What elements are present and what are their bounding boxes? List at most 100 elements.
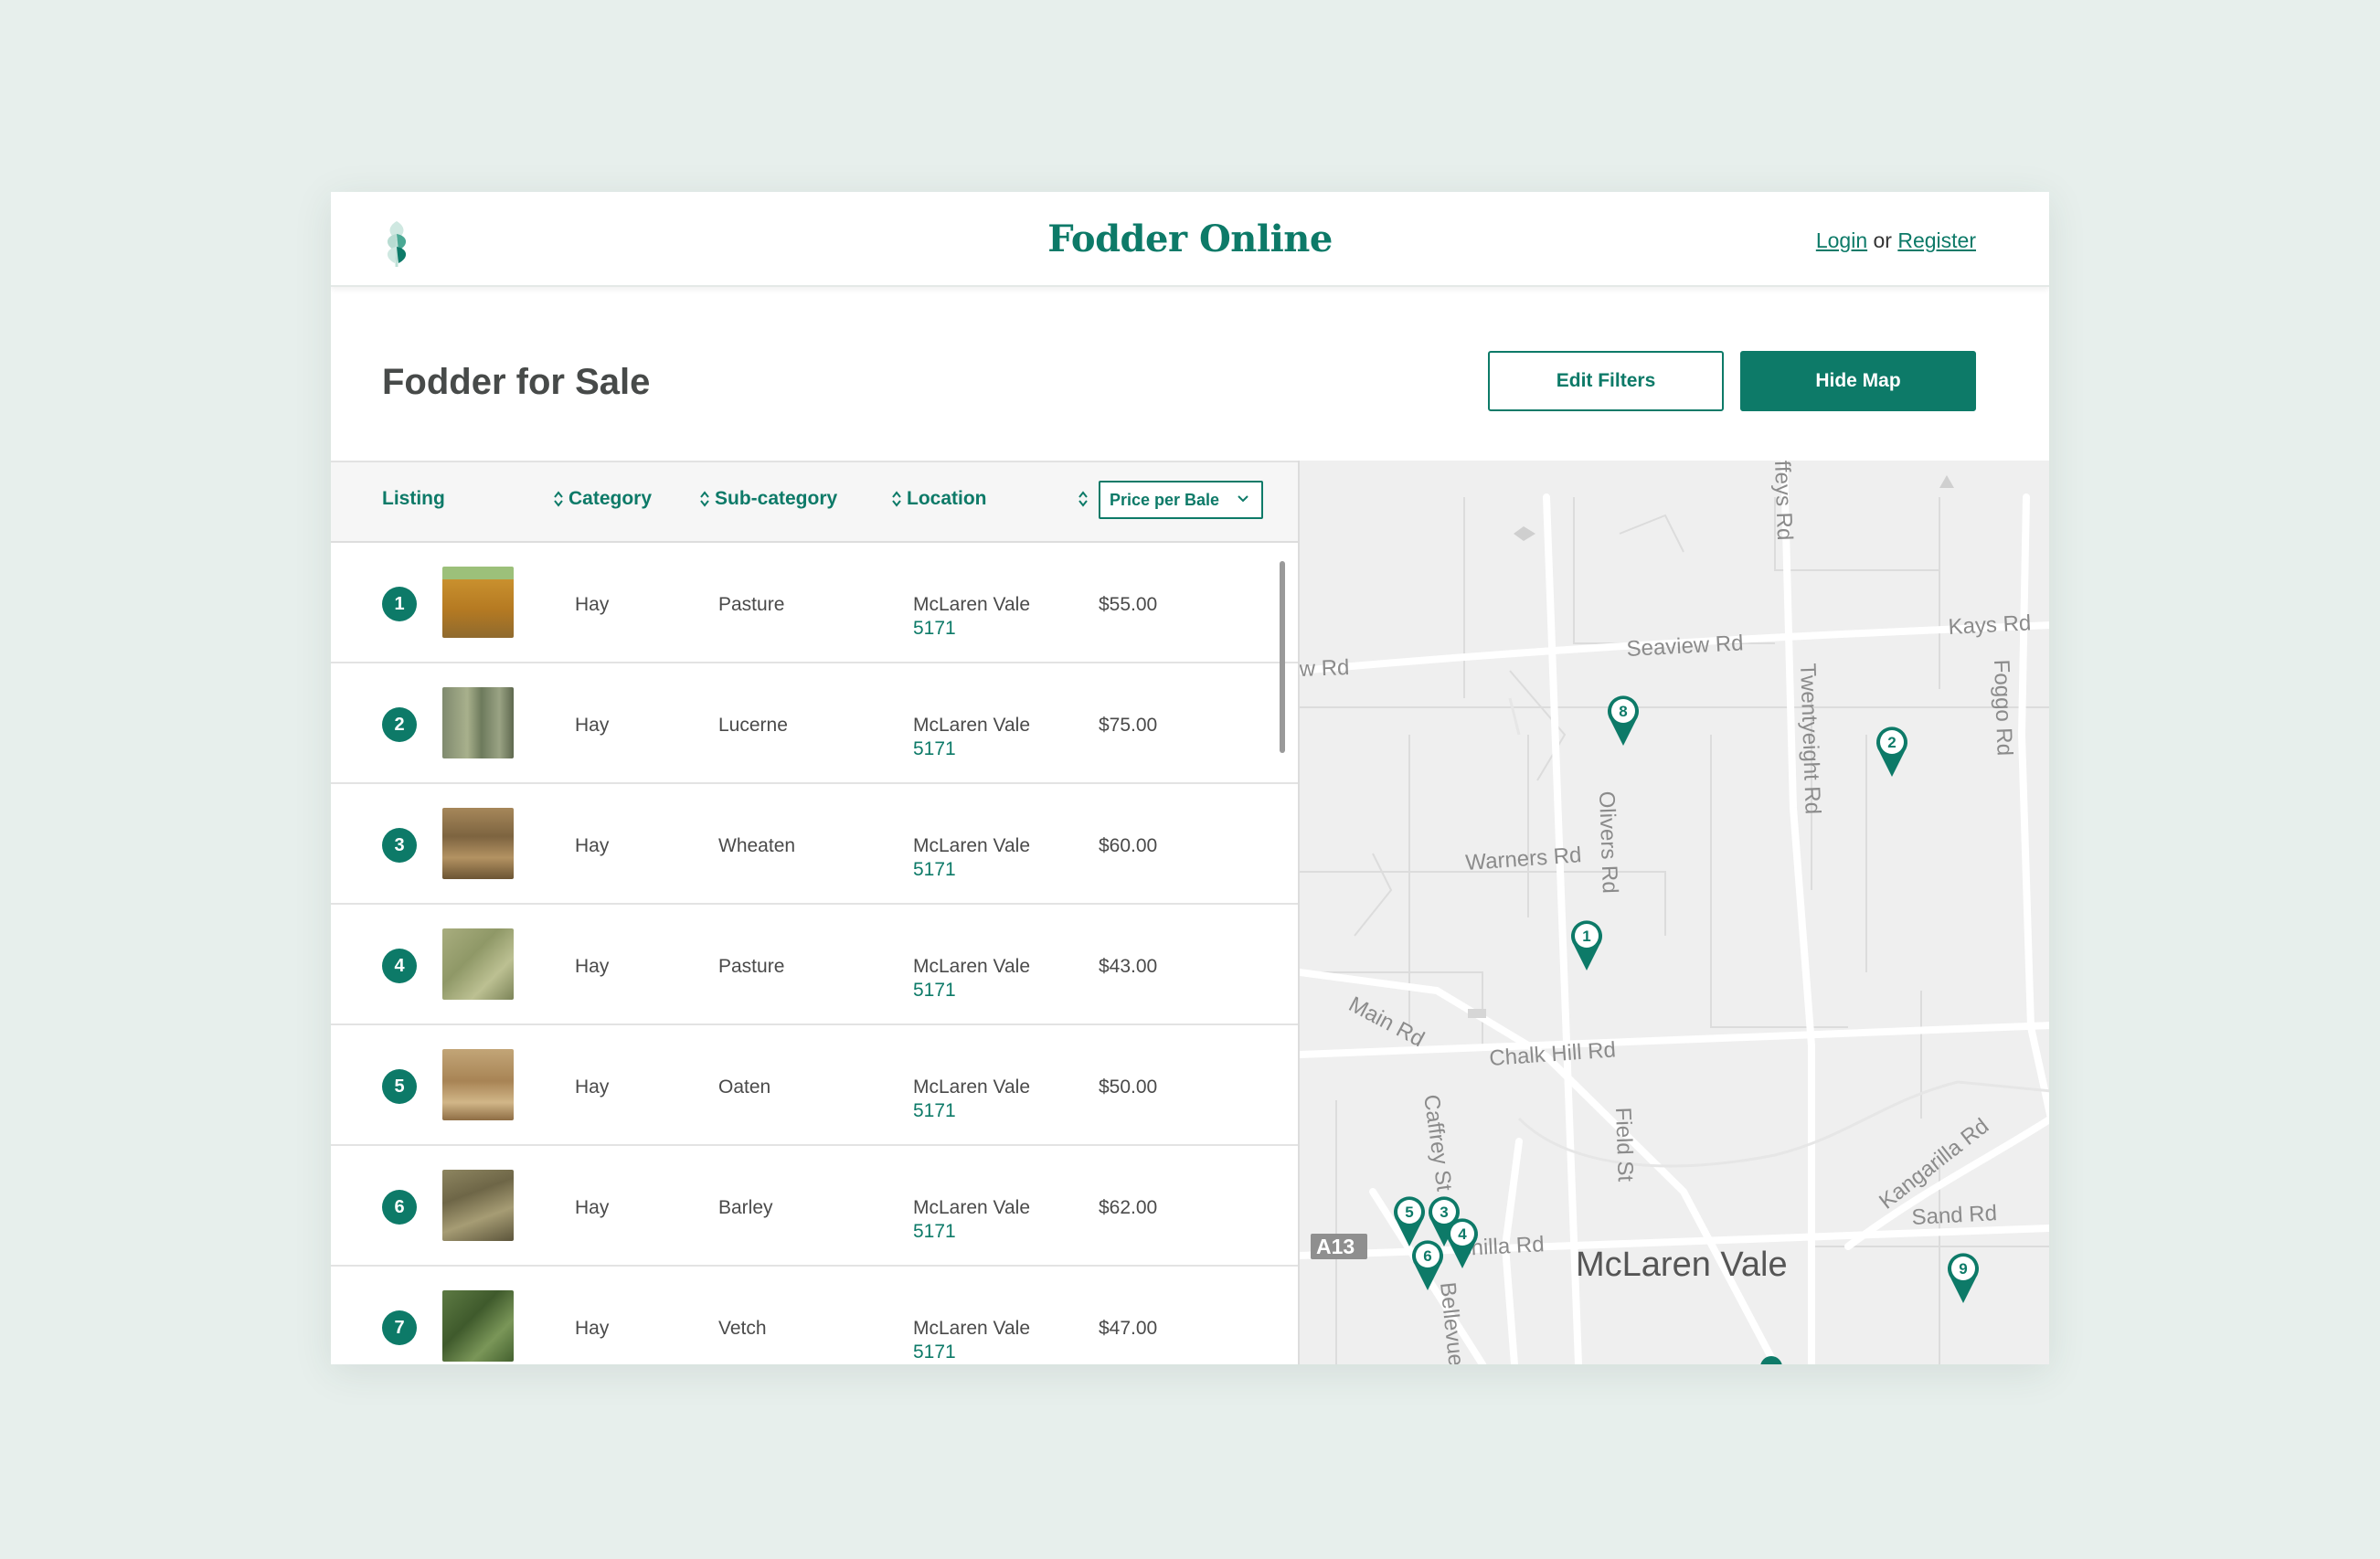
table-header: Listing Category Sub-category Location P…	[331, 462, 1298, 543]
postcode-link[interactable]: 5171	[913, 980, 956, 1002]
map-canvas[interactable]: Seaview Rd Kays Rd w Rd Foggo Rd Twentye…	[1300, 461, 2049, 1364]
subcategory-cell: Lucerne	[718, 715, 788, 736]
sort-icon	[700, 491, 709, 507]
subcategory-cell: Vetch	[718, 1318, 767, 1339]
subcategory-cell: Pasture	[718, 956, 785, 977]
auth-links: Login or Register	[1816, 228, 1976, 253]
postcode-link[interactable]: 5171	[913, 1100, 956, 1122]
column-header-subcategory[interactable]: Sub-category	[700, 488, 837, 510]
postcode-link[interactable]: 5171	[913, 859, 956, 881]
column-label: Sub-category	[715, 488, 838, 509]
road-label: Kays Rd	[1948, 610, 2032, 640]
subcategory-cell: Pasture	[718, 594, 785, 615]
category-cell: Hay	[575, 1318, 610, 1339]
price-cell: $50.00	[1099, 1076, 1158, 1098]
row-number-badge: 1	[382, 587, 417, 621]
table-row[interactable]: 6 Hay Barley McLaren Vale 5171 $62.00	[331, 1146, 1298, 1267]
location-cell: McLaren Vale	[913, 594, 1031, 615]
road-label: ffeys Rd	[1769, 461, 1797, 541]
top-navigation-bar: Fodder Online Login or Register	[331, 192, 2049, 287]
listing-thumbnail[interactable]	[442, 1290, 514, 1362]
postcode-link[interactable]: 5171	[913, 738, 956, 760]
map-pin-icon[interactable]: 1	[1571, 920, 1602, 970]
town-label: McLaren Vale	[1576, 1246, 1788, 1284]
column-label: Location	[907, 488, 987, 509]
road-label: Caffrey St	[1418, 1093, 1457, 1193]
price-cell: $47.00	[1099, 1318, 1158, 1339]
category-cell: Hay	[575, 956, 610, 977]
login-link[interactable]: Login	[1816, 228, 1867, 252]
table-row[interactable]: 2 Hay Lucerne McLaren Vale 5171 $75.00	[331, 663, 1298, 784]
postcode-link[interactable]: 5171	[913, 1221, 956, 1243]
site-brand[interactable]: Fodder Online	[331, 217, 2049, 260]
listing-thumbnail[interactable]	[442, 567, 514, 638]
sort-icon	[892, 491, 901, 507]
road-label: Chalk Hill Rd	[1489, 1037, 1617, 1071]
page-title: Fodder for Sale	[382, 362, 651, 402]
table-row[interactable]: 1 Hay Pasture McLaren Vale 5171 $55.00	[331, 543, 1298, 663]
road-label: Olivers Rd	[1594, 790, 1622, 894]
category-cell: Hay	[575, 835, 610, 856]
svg-text:6: 6	[1423, 1247, 1431, 1265]
location-cell: McLaren Vale	[913, 1076, 1031, 1098]
register-link[interactable]: Register	[1897, 228, 1976, 252]
row-number-badge: 4	[382, 949, 417, 983]
road-label: Foggo Rd	[1989, 659, 2017, 756]
listing-thumbnail[interactable]	[442, 808, 514, 879]
listings-map[interactable]: Seaview Rd Kays Rd w Rd Foggo Rd Twentye…	[1298, 461, 2049, 1364]
price-sort-select[interactable]: Price per Bale	[1099, 481, 1263, 519]
column-header-listing[interactable]: Listing	[382, 488, 445, 510]
listing-thumbnail[interactable]	[442, 687, 514, 758]
svg-text:3: 3	[1440, 1204, 1448, 1221]
map-pin-icon[interactable]: 4	[1447, 1218, 1478, 1268]
highway-label: A13	[1316, 1235, 1355, 1258]
row-number-badge: 5	[382, 1069, 417, 1104]
table-row[interactable]: 4 Hay Pasture McLaren Vale 5171 $43.00	[331, 905, 1298, 1025]
map-pin-icon[interactable]: 2	[1876, 726, 1907, 777]
column-label: Category	[568, 488, 653, 509]
sort-icon[interactable]	[1078, 490, 1088, 508]
hide-map-button[interactable]: Hide Map	[1740, 351, 1976, 411]
road-label: Warners Rd	[1465, 843, 1583, 875]
road-label: Seaview Rd	[1626, 631, 1744, 662]
road-label: Sand Rd	[1911, 1201, 1998, 1230]
column-header-location[interactable]: Location	[892, 488, 987, 510]
price-cell: $75.00	[1099, 715, 1158, 736]
category-cell: Hay	[575, 1076, 610, 1098]
table-scrollbar[interactable]	[1280, 561, 1285, 753]
row-number-badge: 6	[382, 1190, 417, 1225]
category-cell: Hay	[575, 715, 610, 736]
location-cell: McLaren Vale	[913, 835, 1031, 856]
postcode-link[interactable]: 5171	[913, 1342, 956, 1363]
location-cell: McLaren Vale	[913, 956, 1031, 977]
road-label: w Rd	[1300, 655, 1350, 682]
map-pin-icon[interactable]: 9	[1948, 1253, 1979, 1303]
postcode-link[interactable]: 5171	[913, 618, 956, 640]
svg-text:2: 2	[1887, 734, 1896, 751]
svg-text:8: 8	[1619, 703, 1627, 720]
subcategory-cell: Wheaten	[718, 835, 796, 856]
row-number-badge: 2	[382, 707, 417, 742]
location-cell: McLaren Vale	[913, 1197, 1031, 1218]
column-label: Listing	[382, 488, 445, 509]
table-row[interactable]: 3 Hay Wheaten McLaren Vale 5171 $60.00	[331, 784, 1298, 905]
edit-filters-button[interactable]: Edit Filters	[1488, 351, 1724, 411]
price-cell: $60.00	[1099, 835, 1158, 856]
table-row[interactable]: 5 Hay Oaten McLaren Vale 5171 $50.00	[331, 1025, 1298, 1146]
map-pin-icon[interactable]: 5	[1394, 1196, 1425, 1246]
road-label: Main Rd	[1344, 992, 1429, 1052]
price-cell: $55.00	[1099, 594, 1158, 615]
map-pin-icon[interactable]: 8	[1608, 695, 1639, 746]
location-cell: McLaren Vale	[913, 715, 1031, 736]
column-header-category[interactable]: Category	[554, 488, 652, 510]
row-number-badge: 3	[382, 828, 417, 863]
road-label: Bellevue	[1435, 1281, 1468, 1364]
category-cell: Hay	[575, 1197, 610, 1218]
svg-text:4: 4	[1458, 1225, 1467, 1243]
listing-thumbnail[interactable]	[442, 1170, 514, 1241]
app-window: Fodder Online Login or Register Fodder f…	[331, 192, 2049, 1364]
listing-thumbnail[interactable]	[442, 1049, 514, 1120]
listing-thumbnail[interactable]	[442, 928, 514, 1000]
road-label: Field St	[1610, 1107, 1638, 1183]
table-row[interactable]: 7 Hay Vetch McLaren Vale 5171 $47.00	[331, 1267, 1298, 1364]
